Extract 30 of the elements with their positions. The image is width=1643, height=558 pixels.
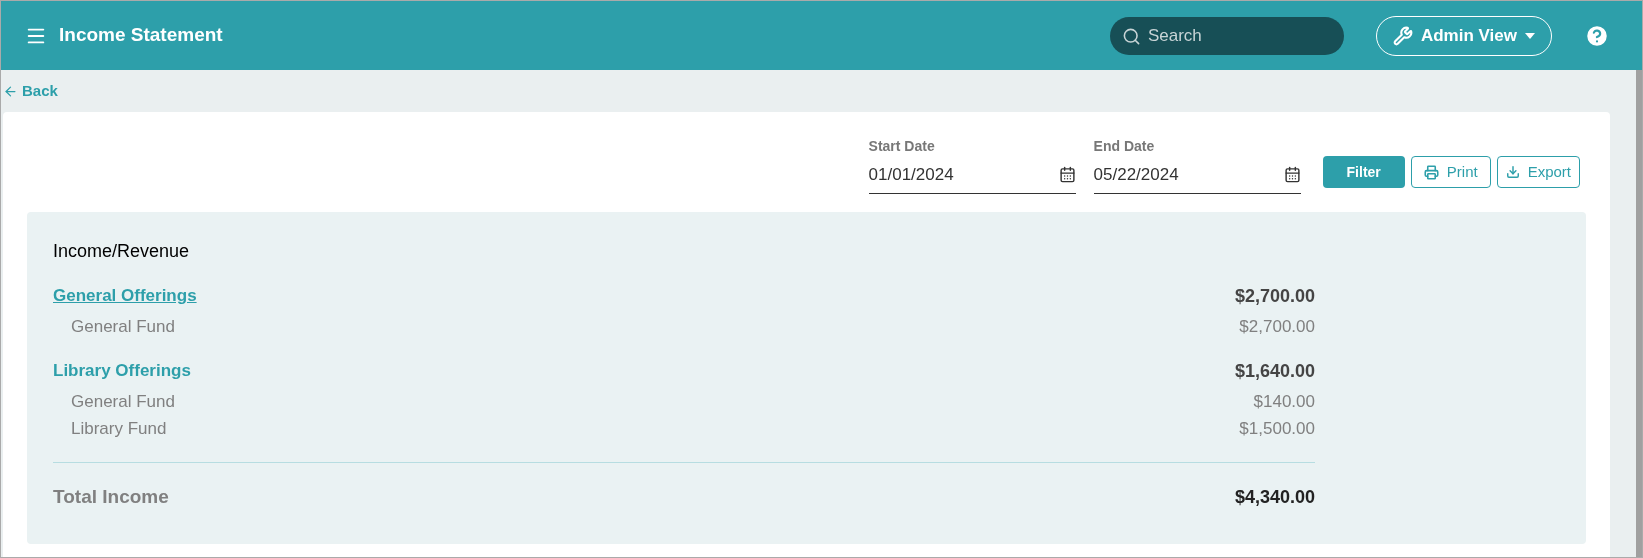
date-field[interactable]: 05/22/2024 [1093,156,1301,194]
fund-name: General Fund [71,315,175,338]
export-button[interactable]: Export [1496,156,1580,188]
print-button[interactable]: Print [1410,156,1491,188]
calendar-icon[interactable] [1058,166,1076,183]
group-link[interactable]: General Offerings [53,283,197,309]
tools-icon [1392,25,1413,46]
search-field[interactable]: Search [1109,16,1344,55]
fund-name: Library Fund [71,417,167,440]
fund-amount: $140.00 [1253,390,1315,413]
field-label: Start Date [868,137,936,156]
search-icon [1121,26,1141,46]
group-link[interactable]: Library Offerings [53,358,191,384]
back-link[interactable]: Back [3,79,58,103]
fund-amount: $1,500.00 [1239,417,1315,440]
date-field[interactable]: 01/01/2024 [868,156,1076,194]
printer-icon [1423,164,1439,180]
field-label: End Date [1093,137,1156,156]
filter-button[interactable]: Filter [1322,156,1405,188]
calendar-icon[interactable] [1283,166,1301,183]
page-title: Income Statement [59,23,223,48]
fund-amount: $2,700.00 [1239,315,1315,338]
total-label: Total Income [53,485,169,509]
fund-name: General Fund [71,390,175,413]
section-title: Income/Revenue [53,240,191,263]
group-total: $1,640.00 [1234,359,1315,383]
caret-icon [1525,32,1535,39]
group-total: $2,700.00 [1234,284,1315,308]
download-icon [1505,165,1520,179]
total-amount: $4,340.00 [1234,485,1315,509]
